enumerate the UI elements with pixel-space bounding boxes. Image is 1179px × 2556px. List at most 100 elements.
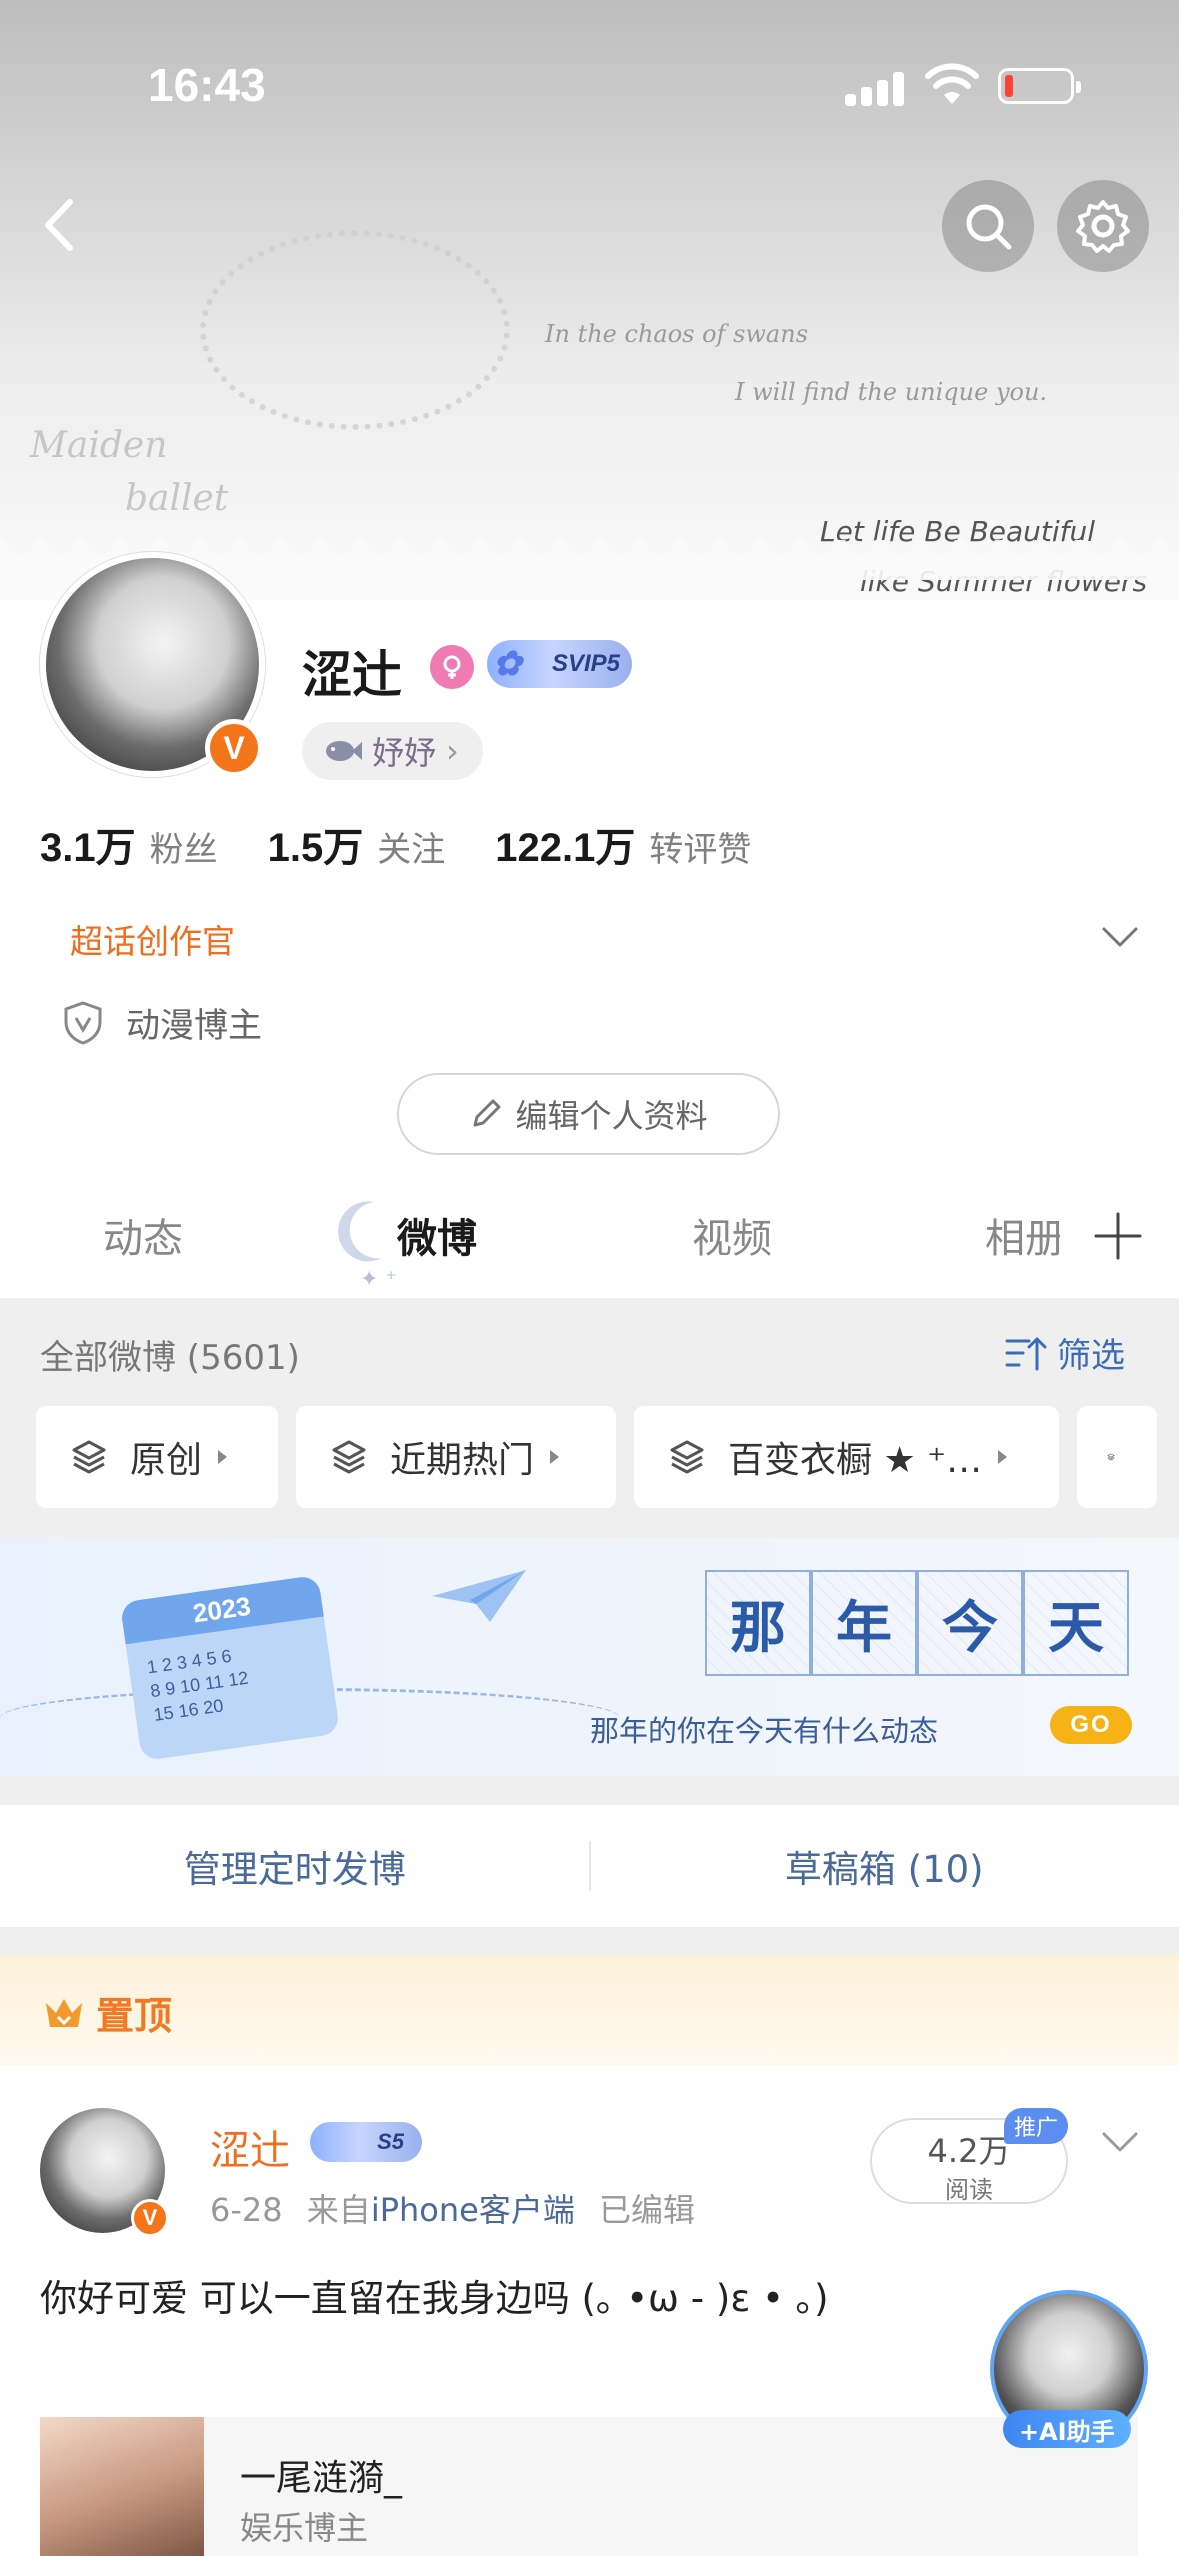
category-chip[interactable]: 百变衣橱 ★ ⁺… [634, 1406, 1059, 1508]
on-this-day-title: 那 年 今 天 [705, 1570, 1129, 1676]
triangle-right-icon [218, 1450, 228, 1464]
calendar-icon: 2023 1 2 3 4 5 6 8 9 10 11 12 15 16 20 [119, 1574, 341, 1762]
go-button[interactable]: GO [1050, 1706, 1132, 1744]
followers-stat[interactable]: 3.1万 粉丝 [40, 815, 218, 873]
drafts-button[interactable]: 草稿箱 (10) [590, 1805, 1179, 1927]
profile-avatar[interactable]: V [40, 552, 265, 777]
title-char: 今 [917, 1570, 1023, 1676]
post-author-avatar[interactable]: V [40, 2108, 169, 2237]
verified-badge-icon: V [205, 719, 263, 777]
plus-icon[interactable] [1090, 1208, 1146, 1264]
stat-number: 122.1万 [495, 826, 636, 870]
post-date: 6-28 [210, 2191, 283, 2229]
card-thumbnail [40, 2417, 204, 2556]
mentioned-user-card[interactable]: 一尾涟漪_ 娱乐博主 [40, 2417, 1138, 2556]
category-chip[interactable] [1077, 1406, 1157, 1508]
svip-badge[interactable]: ✿ SVIP5 [487, 640, 632, 688]
category-label: 近期热门 [390, 1440, 535, 1481]
title-char: 天 [1023, 1570, 1129, 1676]
female-icon [430, 645, 474, 689]
post-meta: 6-28 来自iPhone客户端 已编辑 [210, 2185, 695, 2231]
layers-icon [332, 1440, 366, 1474]
settings-button[interactable] [1057, 180, 1149, 272]
category-label: 原创 [130, 1440, 203, 1481]
chevron-left-icon [45, 199, 73, 251]
card-subtitle: 娱乐博主 [240, 2509, 369, 2547]
card-title: 一尾涟漪_ [240, 2458, 403, 2499]
title-char: 那 [705, 1570, 811, 1676]
crown-icon [46, 1998, 82, 2027]
divider [589, 1841, 591, 1891]
chevron-right-icon: › [446, 732, 459, 770]
banner-text: I will find the unique you. [735, 378, 1048, 406]
search-button[interactable] [942, 180, 1034, 272]
wifi-icon [925, 63, 979, 104]
profile-tabs: 动态 ✦ ⁺ 微博 视频 相册 [0, 1178, 1179, 1298]
profile-tag-label: 妤妤 [372, 734, 437, 772]
category-chip[interactable]: 原创 [36, 1406, 278, 1508]
interactions-stat[interactable]: 122.1万 转评赞 [495, 815, 751, 873]
edit-profile-button[interactable]: 编辑个人资料 [397, 1073, 780, 1155]
title-char: 年 [811, 1570, 917, 1676]
banner-text: ballet [125, 478, 229, 519]
cellular-signal-icon [845, 70, 905, 106]
pencil-icon [473, 1099, 501, 1127]
banner-text: In the chaos of swans [545, 320, 809, 348]
chevron-down-icon[interactable] [1100, 925, 1140, 949]
certification-label: 动漫博主 [126, 1006, 262, 1046]
on-this-day-subtitle: 那年的你在今天有什么动态 [590, 1714, 939, 1748]
post-author-name[interactable]: 涩辻 [210, 2118, 290, 2176]
moon-icon: ✦ ⁺ [338, 1201, 397, 1290]
tab-album[interactable]: 相册 [985, 1206, 1060, 1264]
svip-label: SVIP5 [551, 650, 620, 677]
post-edited: 已编辑 [599, 2191, 696, 2229]
category-chip[interactable]: 近期热门 [296, 1406, 616, 1508]
profile-name: 涩辻 [302, 646, 402, 704]
stat-number: 1.5万 [267, 826, 364, 870]
butterfly-icon: ✿ [493, 645, 522, 683]
pinned-text: 置顶 [96, 1994, 173, 2038]
filter-button[interactable]: 筛选 [1005, 1328, 1125, 1377]
certification: 动漫博主 [62, 998, 262, 1047]
paper-plane-icon [432, 1570, 526, 1622]
svg-text:✦ ⁺: ✦ ⁺ [360, 1267, 397, 1290]
on-this-day-banner[interactable]: 2023 1 2 3 4 5 6 8 9 10 11 12 15 16 20 那… [0, 1538, 1179, 1776]
promote-badge[interactable]: 推广 [1004, 2108, 1069, 2144]
creator-title[interactable]: 超话创作官 [70, 915, 235, 963]
profile-stats: 3.1万 粉丝 1.5万 关注 122.1万 转评赞 [40, 815, 801, 873]
scheduled-posts-button[interactable]: 管理定时发博 [0, 1805, 590, 1927]
search-icon [966, 204, 1012, 250]
edit-profile-label: 编辑个人资料 [515, 1097, 708, 1135]
read-count-label: 阅读 [945, 2176, 993, 2204]
stat-number: 3.1万 [40, 826, 136, 870]
profile-tag-chip[interactable]: 妤妤 › [302, 722, 483, 780]
post-source[interactable]: iPhone客户端 [371, 2191, 575, 2229]
tab-activity[interactable]: 动态 [103, 1206, 183, 1264]
vip-badge[interactable]: S5 [310, 2122, 422, 2162]
banner-ornament [200, 230, 510, 430]
triangle-right-icon [998, 1450, 1008, 1464]
post-text: 你好可爱 可以一直留在我身边吗 (｡ •ω - )ε • ｡) [40, 2277, 829, 2320]
shield-icon [64, 1000, 102, 1045]
back-button[interactable] [30, 190, 90, 260]
calendar-dates: 1 2 3 4 5 6 8 9 10 11 12 15 16 20 [145, 1642, 253, 1727]
status-time: 16:43 [148, 59, 266, 111]
all-weibo-count: 全部微博 (5601) [40, 1338, 300, 1378]
battery-icon [998, 68, 1081, 104]
tab-weibo[interactable]: 微博 [397, 1206, 477, 1264]
ai-helper-button[interactable]: +AI助手 [1003, 2410, 1131, 2448]
tab-video[interactable]: 视频 [692, 1206, 772, 1264]
stat-label: 关注 [377, 830, 446, 870]
stat-label: 转评赞 [649, 830, 752, 870]
chevron-down-icon[interactable] [1100, 2130, 1140, 2154]
filter-icon [1005, 1337, 1047, 1370]
triangle-right-icon [550, 1450, 560, 1464]
category-label: 百变衣橱 ★ ⁺… [728, 1440, 983, 1481]
pinned-label: 置顶 [42, 1985, 172, 2040]
following-stat[interactable]: 1.5万 关注 [268, 815, 446, 873]
verified-badge-icon: V [131, 2199, 169, 2237]
gear-icon [1076, 200, 1130, 253]
calendar-year: 2023 [119, 1574, 324, 1645]
filter-label: 筛选 [1057, 1336, 1125, 1376]
layers-icon [1107, 1453, 1115, 1461]
